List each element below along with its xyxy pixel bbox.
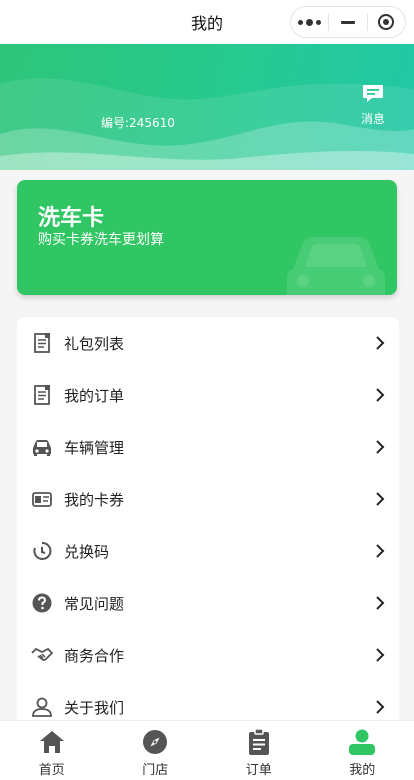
tab-label: 门店: [142, 763, 169, 778]
card-subtitle: 购买卡券洗车更划算: [38, 232, 164, 248]
close-miniprogram-button[interactable]: [368, 7, 405, 37]
menu-item-faq[interactable]: 常见问题: [17, 577, 399, 629]
nav-bar: 我的: [0, 0, 414, 44]
chevron-right-icon: [376, 596, 385, 610]
question-icon: [32, 593, 52, 613]
car-watermark-icon: [287, 237, 385, 295]
profile-header: 编号:245610 消息: [0, 44, 414, 170]
profile-menu: 礼包列表 我的订单 车辆管理 我的卡券 兑换码 常见问题 商务合作 关于我们: [17, 317, 399, 737]
refresh-icon: [33, 541, 52, 560]
menu-item-label: 常见问题: [64, 594, 125, 613]
car-wash-card-banner[interactable]: 洗车卡 购买卡券洗车更划算: [17, 180, 397, 295]
tab-label: 我的: [349, 763, 376, 778]
menu-item-gift-list[interactable]: 礼包列表: [17, 317, 399, 369]
menu-item-vehicle-management[interactable]: 车辆管理: [17, 421, 399, 473]
chevron-right-icon: [376, 544, 385, 558]
menu-item-label: 我的订单: [64, 386, 125, 405]
chevron-right-icon: [376, 440, 385, 454]
compass-icon: [143, 730, 168, 754]
menu-item-label: 我的卡券: [64, 490, 125, 509]
user-icon: [32, 697, 52, 717]
chevron-right-icon: [376, 388, 385, 402]
tab-bar: 首页 门店 订单 我的: [0, 720, 414, 780]
menu-item-business-cooperation[interactable]: 商务合作: [17, 629, 399, 681]
tab-orders[interactable]: 订单: [207, 721, 311, 780]
menu-item-label: 商务合作: [64, 646, 125, 665]
chevron-right-icon: [376, 492, 385, 506]
menu-item-label: 关于我们: [64, 698, 125, 717]
car-icon: [33, 440, 51, 456]
document-icon: [34, 385, 50, 405]
tab-home[interactable]: 首页: [0, 721, 104, 780]
profile-icon: [349, 729, 376, 755]
home-icon: [39, 731, 64, 753]
more-button[interactable]: [291, 7, 328, 37]
menu-item-redeem-code[interactable]: 兑换码: [17, 525, 399, 577]
minimize-button[interactable]: [329, 7, 366, 37]
chevron-right-icon: [376, 700, 385, 714]
menu-item-my-orders[interactable]: 我的订单: [17, 369, 399, 421]
minus-icon: [340, 20, 355, 24]
user-id: 编号:245610: [101, 116, 175, 130]
tab-profile[interactable]: 我的: [311, 721, 414, 780]
chevron-right-icon: [376, 648, 385, 662]
tab-label: 首页: [38, 763, 65, 778]
tab-stores[interactable]: 门店: [104, 721, 208, 780]
more-dots-icon: [298, 18, 322, 26]
document-icon: [34, 333, 50, 353]
clipboard-icon: [248, 728, 269, 755]
message-icon: [363, 85, 383, 102]
card-icon: [32, 492, 52, 507]
chevron-right-icon: [376, 336, 385, 350]
message-button[interactable]: 消息: [358, 84, 388, 127]
menu-item-label: 礼包列表: [64, 334, 125, 353]
wave-decoration: [0, 78, 414, 170]
card-title: 洗车卡: [38, 206, 105, 231]
message-label: 消息: [360, 112, 385, 126]
target-icon: [378, 14, 395, 30]
mini-program-capsule: [290, 6, 406, 38]
page-title: 我的: [190, 14, 223, 33]
handshake-icon: [31, 647, 53, 661]
menu-item-label: 兑换码: [64, 542, 110, 561]
menu-item-my-coupons[interactable]: 我的卡券: [17, 473, 399, 525]
tab-label: 订单: [245, 763, 272, 778]
menu-item-label: 车辆管理: [64, 438, 125, 457]
